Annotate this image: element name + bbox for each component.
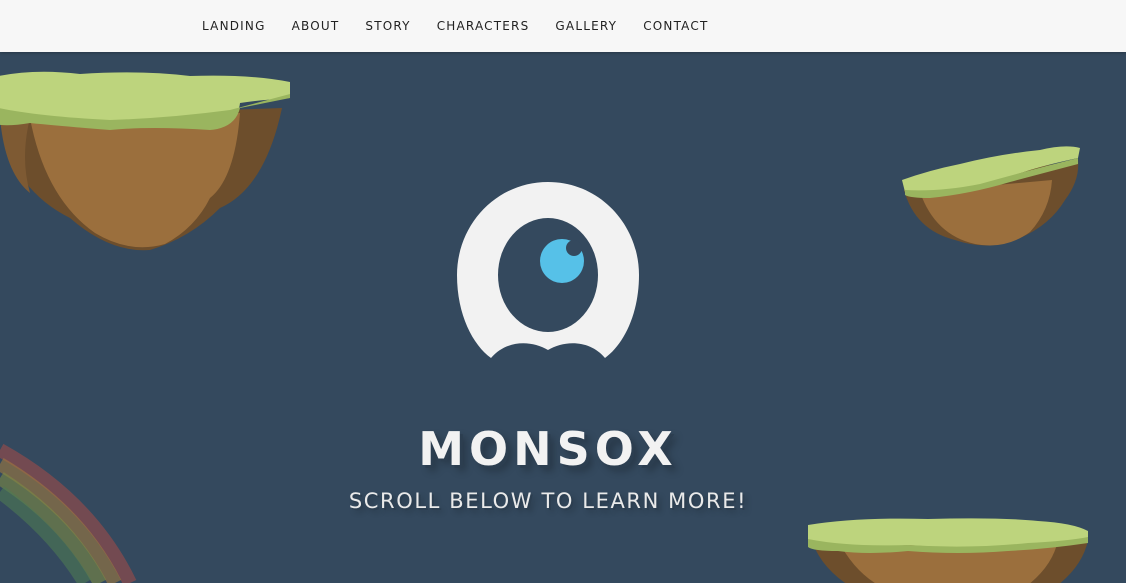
nav-item-characters[interactable]: CHARACTERS	[437, 19, 530, 33]
nav-item-gallery[interactable]: GALLERY	[555, 19, 617, 33]
floating-island-right-icon	[902, 146, 1080, 246]
floating-island-top-left-icon	[0, 71, 290, 251]
nav-menu: LANDING ABOUT STORY CHARACTERS GALLERY C…	[202, 0, 735, 52]
monsox-logo-icon	[457, 182, 639, 358]
hero-tagline: SCROLL BELOW TO LEARN MORE!	[348, 489, 748, 513]
nav-item-story[interactable]: STORY	[365, 19, 410, 33]
nav-item-about[interactable]: ABOUT	[292, 19, 340, 33]
hero-section: MONSOX SCROLL BELOW TO LEARN MORE!	[0, 52, 1126, 583]
nav-item-contact[interactable]: CONTACT	[643, 19, 708, 33]
top-navbar: LANDING ABOUT STORY CHARACTERS GALLERY C…	[0, 0, 1126, 52]
site-title: MONSOX	[418, 422, 678, 476]
nav-item-landing[interactable]: LANDING	[202, 19, 266, 33]
floating-island-bottom-right-icon	[808, 518, 1088, 583]
